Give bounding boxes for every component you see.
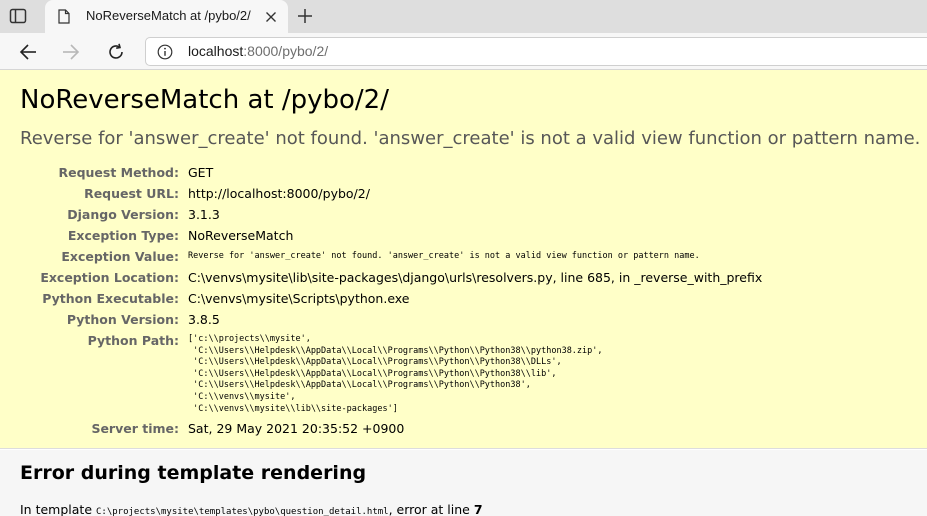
tab-strip: NoReverseMatch at /pybo/2/: [0, 0, 927, 33]
meta-value: C:\venvs\mysite\lib\site-packages\django…: [188, 270, 763, 285]
error-message: Reverse for 'answer_create' not found. '…: [20, 128, 921, 149]
meta-key: Django Version:: [67, 207, 179, 222]
template-path: C:\projects\mysite\templates\pybo\questi…: [95, 507, 389, 516]
meta-value: http://localhost:8000/pybo/2/: [188, 186, 370, 201]
url-text[interactable]: localhost:8000/pybo/2/: [188, 43, 328, 59]
meta-value: Reverse for 'answer_create' not found. '…: [188, 251, 700, 261]
python-path-list: ['c:\\projects\\mysite', 'C:\\Users\\Hel…: [188, 334, 603, 414]
meta-key: Python Path:: [87, 333, 179, 348]
meta-value: C:\venvs\mysite\Scripts\python.exe: [188, 291, 410, 306]
url-rest: :8000/pybo/2/: [243, 43, 329, 59]
template-middle: , error at line: [388, 502, 474, 516]
meta-value: NoReverseMatch: [188, 228, 294, 243]
meta-value: 3.1.3: [188, 207, 220, 222]
meta-key: Request Method:: [58, 165, 179, 180]
page-icon: [58, 9, 70, 24]
meta-key: Exception Type:: [67, 228, 179, 243]
refresh-icon[interactable]: [104, 40, 128, 64]
arrow-left-icon[interactable]: [16, 40, 40, 64]
browser-toolbar: localhost:8000/pybo/2/: [0, 33, 927, 70]
plus-icon[interactable]: [294, 5, 316, 27]
arrow-right-icon[interactable]: [59, 40, 83, 64]
meta-value: Sat, 29 May 2021 20:35:52 +0900: [188, 421, 405, 436]
url-host: localhost: [188, 43, 244, 59]
meta-key: Python Executable:: [42, 291, 179, 306]
tab-actions-icon[interactable]: [6, 6, 30, 26]
meta-key: Server time:: [91, 421, 179, 436]
tab-title: NoReverseMatch at /pybo/2/: [86, 8, 251, 23]
meta-value: GET: [188, 165, 214, 180]
template-error-section: Error during template rendering In templ…: [0, 450, 927, 516]
browser-tab[interactable]: NoReverseMatch at /pybo/2/: [45, 0, 288, 33]
meta-value: 3.8.5: [188, 312, 220, 327]
section-title: Error during template rendering: [20, 462, 367, 484]
meta-key: Exception Value:: [61, 249, 179, 264]
page-title: NoReverseMatch at /pybo/2/: [20, 85, 389, 115]
template-info: In template C:\projects\mysite\templates…: [20, 502, 483, 516]
meta-key: Exception Location:: [40, 270, 179, 285]
meta-key: Python Version:: [66, 312, 179, 327]
meta-key: Request URL:: [84, 186, 179, 201]
info-icon[interactable]: [157, 44, 173, 60]
error-summary: NoReverseMatch at /pybo/2/ Reverse for '…: [0, 70, 927, 449]
address-bar[interactable]: localhost:8000/pybo/2/: [145, 37, 927, 66]
template-line-number: 7: [473, 502, 483, 516]
template-prefix: In template: [20, 502, 96, 516]
close-icon[interactable]: [263, 9, 278, 24]
